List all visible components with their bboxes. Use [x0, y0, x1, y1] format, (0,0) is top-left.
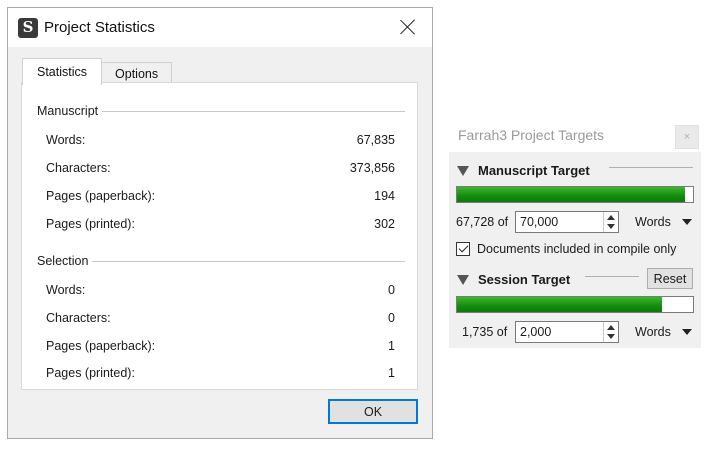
selection-words-row: Words: 0	[46, 283, 395, 297]
window-title: Project Statistics	[44, 19, 155, 36]
stat-label: Characters:	[46, 161, 111, 175]
stat-value: 0	[388, 283, 395, 297]
stat-label: Words:	[46, 133, 86, 147]
title-bar: S Project Statistics	[8, 8, 432, 47]
session-progress-bar	[456, 296, 694, 313]
session-count-row: 1,735 of 2,000 Words	[449, 321, 701, 343]
divider	[585, 276, 639, 277]
stepper-down-icon[interactable]	[607, 224, 615, 229]
stat-label: Pages (printed):	[46, 366, 135, 380]
stepper-buttons[interactable]	[603, 212, 618, 232]
stat-label: Characters:	[46, 311, 111, 325]
disclosure-triangle-icon[interactable]	[457, 165, 469, 176]
manuscript-unit-select[interactable]: Words	[635, 215, 671, 229]
stepper-buttons[interactable]	[603, 322, 618, 342]
section-title: Manuscript	[37, 104, 99, 118]
manuscript-target-header[interactable]: Manuscript Target	[457, 163, 590, 178]
manuscript-target-value[interactable]: 70,000	[520, 215, 558, 229]
divider	[102, 110, 405, 112]
compile-only-checkbox[interactable]	[456, 242, 470, 256]
manuscript-characters-row: Characters: 373,856	[46, 161, 395, 175]
disclosure-triangle-icon[interactable]	[457, 274, 469, 285]
manuscript-pages-paperback-row: Pages (paperback): 194	[46, 189, 395, 203]
project-statistics-window: S Project Statistics Statistics Options …	[7, 7, 433, 439]
divider	[609, 167, 693, 168]
stepper-up-icon[interactable]	[607, 325, 615, 330]
close-icon[interactable]	[398, 17, 418, 37]
session-target-value[interactable]: 2,000	[520, 325, 551, 339]
targets-title-bar: Farrah3 Project Targets ×	[449, 118, 701, 152]
compile-only-option[interactable]: Documents included in compile only	[456, 242, 676, 256]
stat-value: 1	[388, 339, 395, 353]
manuscript-target-stepper[interactable]: 70,000	[515, 211, 619, 233]
stat-value: 302	[374, 217, 395, 231]
session-progress-fill	[457, 297, 662, 312]
selection-pages-paperback-row: Pages (paperback): 1	[46, 339, 395, 353]
stepper-down-icon[interactable]	[607, 334, 615, 339]
compile-only-label: Documents included in compile only	[477, 242, 677, 256]
selection-section-header: Selection	[37, 254, 405, 268]
selection-pages-printed-row: Pages (printed): 1	[46, 366, 395, 380]
close-icon[interactable]: ×	[675, 125, 699, 149]
chevron-down-icon[interactable]	[682, 329, 692, 335]
section-title: Selection	[37, 254, 89, 268]
manuscript-progress-bar	[456, 186, 694, 203]
manuscript-count-row: 67,728 of 70,000 Words	[449, 211, 701, 233]
scrivener-app-icon: S	[18, 17, 38, 38]
stat-value: 1	[388, 366, 395, 380]
stat-value: 0	[388, 311, 395, 325]
stat-label: Pages (paperback):	[46, 189, 156, 203]
manuscript-pages-printed-row: Pages (printed): 302	[46, 217, 395, 231]
stat-value: 194	[374, 189, 395, 203]
session-target-stepper[interactable]: 2,000	[515, 321, 619, 343]
stat-label: Pages (printed):	[46, 217, 135, 231]
ok-button[interactable]: OK	[328, 399, 418, 424]
stepper-up-icon[interactable]	[607, 215, 615, 220]
manuscript-section-header: Manuscript	[37, 104, 405, 118]
manuscript-current-count: 67,728 of	[456, 215, 509, 229]
selection-characters-row: Characters: 0	[46, 311, 395, 325]
targets-title: Farrah3 Project Targets	[458, 127, 605, 143]
stat-label: Pages (paperback):	[46, 339, 156, 353]
session-target-header[interactable]: Session Target	[457, 272, 570, 287]
manuscript-progress-fill	[457, 187, 686, 202]
statistics-panel: Manuscript Words: 67,835 Characters: 373…	[21, 82, 418, 390]
session-current-count: 1,735 of	[462, 325, 508, 339]
project-targets-panel: Farrah3 Project Targets × Manuscript Tar…	[449, 118, 701, 348]
stat-label: Words:	[46, 283, 86, 297]
chevron-down-icon[interactable]	[682, 219, 692, 225]
session-unit-select[interactable]: Words	[635, 325, 671, 339]
reset-button[interactable]: Reset	[647, 268, 693, 289]
stat-value: 373,856	[349, 161, 395, 175]
divider	[92, 260, 405, 262]
stat-value: 67,835	[356, 133, 395, 147]
tab-statistics[interactable]: Statistics	[22, 58, 103, 85]
manuscript-words-row: Words: 67,835	[46, 133, 395, 147]
manuscript-target-label: Manuscript Target	[478, 163, 590, 178]
session-target-label: Session Target	[478, 272, 571, 287]
